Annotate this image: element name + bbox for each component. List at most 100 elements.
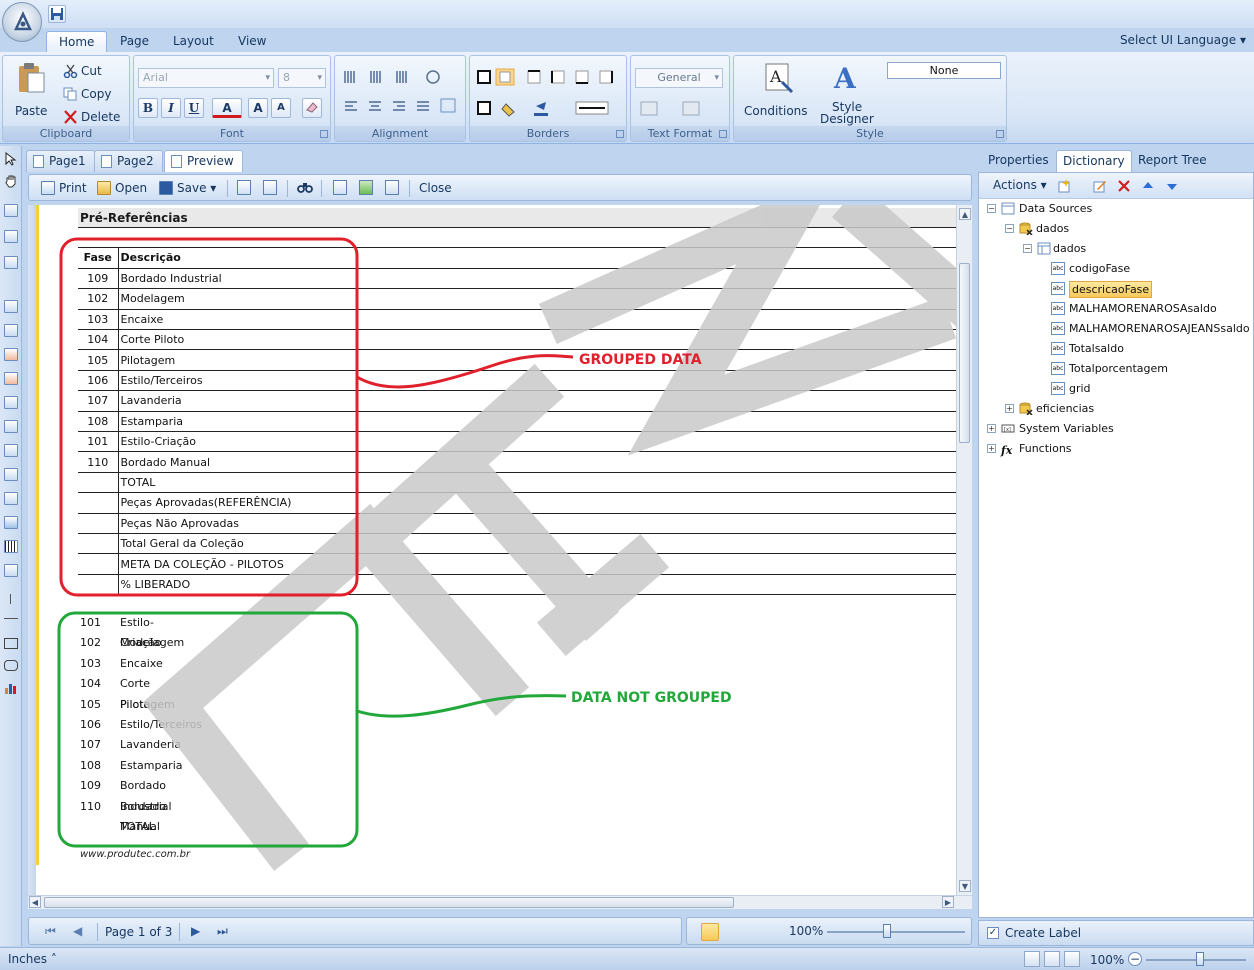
horizontal-scroll-thumb[interactable] — [44, 897, 734, 908]
subreport-tool-icon[interactable] — [4, 396, 18, 409]
data-band-tool-icon[interactable] — [4, 256, 18, 269]
tab-report-tree[interactable]: Report Tree — [1132, 150, 1213, 172]
close-button[interactable]: Close — [401, 178, 452, 198]
select-ui-language-menu[interactable]: Select UI Language ▾ — [1120, 33, 1246, 47]
first-page-icon[interactable]: ⏮ — [45, 924, 56, 939]
grow-font-button[interactable]: A — [248, 98, 268, 118]
text-format-dialog-launcher[interactable] — [719, 130, 727, 138]
bold-button[interactable]: B — [138, 98, 158, 118]
cut-button[interactable]: Cut — [61, 61, 102, 81]
text-in-cells-tool-icon[interactable] — [4, 468, 18, 481]
tab-home[interactable]: Home — [46, 31, 108, 52]
create-label-checkbox[interactable]: ✓ — [987, 927, 999, 939]
collapse-icon[interactable]: − — [1005, 224, 1014, 233]
format-icons[interactable] — [639, 100, 723, 118]
expand-icon[interactable]: + — [1005, 404, 1014, 413]
horizontal-scrollbar[interactable]: ◀ ▶ — [28, 895, 972, 909]
print-button[interactable]: Print — [39, 178, 87, 198]
font-size-select[interactable]: 8 — [278, 68, 326, 88]
delete-button[interactable]: Delete — [61, 107, 120, 127]
scroll-up-icon[interactable]: ▲ — [959, 208, 971, 220]
tab-layout[interactable]: Layout — [161, 31, 226, 52]
collapse-icon[interactable]: − — [1023, 244, 1032, 253]
panel-tool-icon[interactable] — [4, 324, 18, 337]
conditions-button[interactable]: A Conditions — [740, 60, 814, 122]
bookmarks-icon[interactable] — [359, 180, 373, 195]
units-selector[interactable]: Inches ˄ — [8, 952, 57, 966]
barcode-tool-icon[interactable] — [4, 540, 18, 553]
eraser-icon[interactable] — [302, 98, 322, 118]
previous-page-icon[interactable]: ◀ — [73, 924, 82, 938]
page-setup-icon[interactable] — [237, 180, 251, 195]
page-view-icon[interactable] — [1024, 951, 1040, 967]
move-up-icon[interactable] — [1141, 179, 1155, 193]
tab-properties[interactable]: Properties — [982, 150, 1055, 172]
label-tool-icon[interactable] — [4, 492, 18, 505]
two-pages-icon[interactable] — [729, 923, 747, 941]
tab-page[interactable]: Page — [108, 31, 161, 52]
next-page-icon[interactable]: ▶ — [191, 924, 200, 938]
open-button[interactable]: Open — [95, 178, 147, 198]
collapse-icon[interactable]: − — [987, 204, 996, 213]
underline-button[interactable]: U — [184, 98, 204, 118]
application-menu-button[interactable] — [2, 2, 42, 42]
rounded-rectangle-tool-icon[interactable] — [4, 660, 18, 671]
actions-menu[interactable]: Actions ▾ — [993, 178, 1047, 192]
delete-icon[interactable] — [1117, 179, 1131, 193]
find-icon[interactable] — [297, 180, 313, 195]
zoom-slider-thumb[interactable] — [883, 924, 891, 938]
horizontal-line-tool-icon[interactable] — [4, 618, 18, 619]
thumbnails-icon[interactable] — [385, 180, 399, 195]
rectangle-tool-icon[interactable] — [4, 638, 18, 649]
expand-icon[interactable]: + — [987, 424, 996, 433]
move-down-icon[interactable] — [1165, 179, 1179, 193]
crossband-tool-icon[interactable] — [4, 230, 18, 243]
scroll-down-icon[interactable]: ▼ — [959, 880, 971, 892]
page-header-tool-icon[interactable] — [4, 300, 18, 313]
vertical-scrollbar[interactable]: ▲ ▼ — [956, 205, 972, 895]
image-tool-icon[interactable] — [4, 516, 18, 529]
paste-button[interactable]: Paste — [9, 60, 53, 122]
expand-icon[interactable]: + — [987, 444, 996, 453]
continuous-view-icon[interactable] — [1044, 951, 1060, 967]
tab-page1[interactable]: Page1 — [26, 150, 95, 172]
font-color-button[interactable]: A — [212, 98, 242, 118]
zoom-slider-track[interactable] — [827, 931, 965, 933]
vertical-scroll-thumb[interactable] — [959, 263, 970, 443]
borders-dialog-launcher[interactable] — [616, 130, 624, 138]
save-icon[interactable] — [48, 5, 66, 23]
page-layout-icon[interactable] — [263, 180, 277, 195]
cross-tab-tool-icon[interactable] — [4, 444, 18, 457]
new-item-icon[interactable] — [1057, 179, 1071, 193]
tab-preview[interactable]: Preview — [164, 150, 243, 172]
band-tool-icon[interactable] — [4, 204, 18, 217]
single-page-icon[interactable] — [701, 923, 719, 941]
save-button[interactable]: Save ▾ — [157, 178, 216, 198]
pan-tool-icon[interactable] — [4, 174, 18, 188]
scroll-right-icon[interactable]: ▶ — [942, 896, 954, 908]
shrink-font-button[interactable]: A — [271, 98, 291, 118]
font-family-select[interactable]: Arial — [138, 68, 274, 88]
scroll-left-icon[interactable]: ◀ — [29, 896, 41, 908]
pointer-tool-icon[interactable] — [4, 151, 18, 166]
status-zoom-thumb[interactable] — [1196, 952, 1204, 966]
rich-text-tool-icon[interactable] — [4, 372, 18, 385]
last-page-icon[interactable]: ⏭ — [217, 924, 228, 939]
chart-tool-icon[interactable] — [4, 682, 18, 694]
tab-view[interactable]: View — [226, 31, 278, 52]
text-format-select[interactable]: General — [635, 68, 723, 88]
tab-page2[interactable]: Page2 — [94, 150, 163, 172]
edit-icon[interactable] — [1093, 179, 1107, 193]
font-dialog-launcher[interactable] — [320, 130, 328, 138]
zoom-out-icon[interactable]: − — [1128, 952, 1142, 966]
shape-tool-icon[interactable] — [4, 564, 18, 577]
print-layout-icon[interactable] — [1064, 951, 1080, 967]
text-tool-icon[interactable] — [4, 348, 18, 361]
border-icons[interactable] — [476, 68, 622, 128]
full-screen-icon[interactable] — [333, 180, 347, 195]
tab-dictionary[interactable]: Dictionary — [1056, 150, 1132, 172]
style-designer-button[interactable]: A Style Designer — [818, 60, 880, 126]
style-dialog-launcher[interactable] — [996, 130, 1004, 138]
table-tool-icon[interactable] — [4, 420, 18, 433]
alignment-icons[interactable] — [341, 68, 459, 128]
